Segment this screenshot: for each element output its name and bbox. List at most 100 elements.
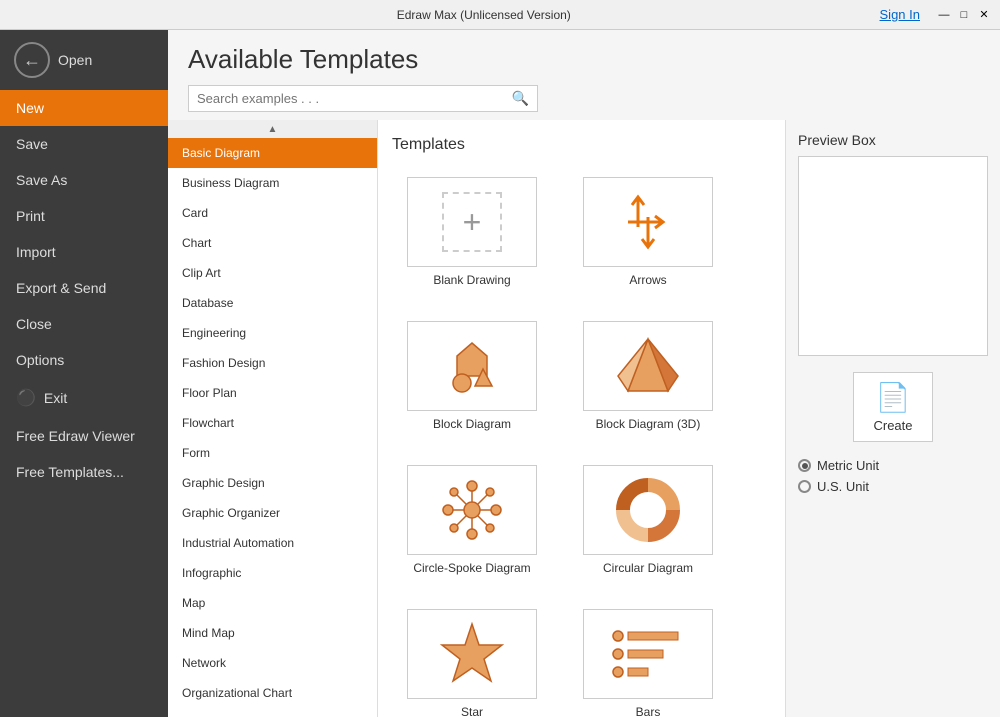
star-icon bbox=[437, 619, 507, 689]
sidebar-item-options[interactable]: Options bbox=[0, 342, 168, 378]
arrows-icon bbox=[618, 187, 678, 257]
sidebar-item-save-as[interactable]: Save As bbox=[0, 162, 168, 198]
category-item-database[interactable]: Database bbox=[168, 288, 377, 318]
create-btn-wrap: 📄 Create bbox=[798, 372, 988, 442]
body-split: ▲ Basic Diagram Business Diagram Card Ch… bbox=[168, 120, 1000, 717]
main-container: ← Open New Save Save As Print Import Exp… bbox=[0, 30, 1000, 717]
category-item-form[interactable]: Form bbox=[168, 438, 377, 468]
blank-drawing-icon-box: + bbox=[407, 177, 537, 267]
us-unit-option[interactable]: U.S. Unit bbox=[798, 479, 988, 494]
close-window-button[interactable]: ✕ bbox=[976, 7, 992, 23]
template-arrows[interactable]: Arrows bbox=[568, 168, 728, 296]
category-item-business-diagram[interactable]: Business Diagram bbox=[168, 168, 377, 198]
circular-diagram-label: Circular Diagram bbox=[603, 561, 693, 575]
template-circle-spoke[interactable]: Circle-Spoke Diagram bbox=[392, 456, 552, 584]
metric-unit-option[interactable]: Metric Unit bbox=[798, 458, 988, 473]
bars-icon bbox=[608, 624, 688, 684]
star-label: Star bbox=[461, 705, 483, 717]
template-blank-drawing[interactable]: + Blank Drawing bbox=[392, 168, 552, 296]
circle-spoke-label: Circle-Spoke Diagram bbox=[413, 561, 530, 575]
search-bar: 🔍 bbox=[188, 85, 538, 112]
arrows-icon-box bbox=[583, 177, 713, 267]
content-header: Available Templates 🔍 bbox=[168, 30, 1000, 120]
category-item-network[interactable]: Network bbox=[168, 648, 377, 678]
category-item-project-management[interactable]: Project Management bbox=[168, 708, 377, 717]
category-item-fashion-design[interactable]: Fashion Design bbox=[168, 348, 377, 378]
sidebar-item-save[interactable]: Save bbox=[0, 126, 168, 162]
metric-unit-label: Metric Unit bbox=[817, 458, 879, 473]
arrows-label: Arrows bbox=[629, 273, 666, 287]
circle-spoke-icon-box bbox=[407, 465, 537, 555]
sidebar-item-exit[interactable]: ⚫ Exit bbox=[0, 378, 168, 418]
open-label: Open bbox=[58, 52, 92, 68]
category-item-engineering[interactable]: Engineering bbox=[168, 318, 377, 348]
search-icon[interactable]: 🔍 bbox=[512, 90, 529, 107]
us-unit-label: U.S. Unit bbox=[817, 479, 869, 494]
right-panel: Preview Box 📄 Create Metric Unit U bbox=[785, 120, 1000, 717]
category-item-flowchart[interactable]: Flowchart bbox=[168, 408, 377, 438]
back-button[interactable]: ← bbox=[14, 42, 50, 78]
star-icon-box bbox=[407, 609, 537, 699]
window-controls: — □ ✕ bbox=[936, 7, 992, 23]
create-button[interactable]: 📄 Create bbox=[853, 372, 933, 442]
metric-radio[interactable] bbox=[798, 459, 811, 472]
content-area: Available Templates 🔍 ▲ Basic Diagram Bu… bbox=[168, 30, 1000, 717]
blank-drawing-label: Blank Drawing bbox=[433, 273, 510, 287]
template-block-diagram-3d[interactable]: Block Diagram (3D) bbox=[568, 312, 728, 440]
sidebar-item-close[interactable]: Close bbox=[0, 306, 168, 342]
category-item-chart[interactable]: Chart bbox=[168, 228, 377, 258]
sidebar-item-print[interactable]: Print bbox=[0, 198, 168, 234]
category-item-basic-diagram[interactable]: Basic Diagram bbox=[168, 138, 377, 168]
template-bars[interactable]: Bars bbox=[568, 600, 728, 717]
create-label: Create bbox=[873, 418, 912, 433]
us-radio[interactable] bbox=[798, 480, 811, 493]
create-file-icon: 📄 bbox=[876, 381, 911, 414]
preview-box bbox=[798, 156, 988, 356]
category-panel: ▲ Basic Diagram Business Diagram Card Ch… bbox=[168, 120, 378, 717]
preview-label: Preview Box bbox=[798, 132, 988, 148]
circular-diagram-icon bbox=[613, 475, 683, 545]
sidebar-item-free-templates[interactable]: Free Templates... bbox=[0, 454, 168, 490]
category-item-clip-art[interactable]: Clip Art bbox=[168, 258, 377, 288]
category-item-floor-plan[interactable]: Floor Plan bbox=[168, 378, 377, 408]
category-item-industrial-automation[interactable]: Industrial Automation bbox=[168, 528, 377, 558]
bars-label: Bars bbox=[636, 705, 661, 717]
template-block-diagram[interactable]: Block Diagram bbox=[392, 312, 552, 440]
category-item-graphic-design[interactable]: Graphic Design bbox=[168, 468, 377, 498]
block-diagram-icon-box bbox=[407, 321, 537, 411]
sidebar-item-new[interactable]: New bbox=[0, 90, 168, 126]
category-item-card[interactable]: Card bbox=[168, 198, 377, 228]
bars-icon-box bbox=[583, 609, 713, 699]
sidebar: ← Open New Save Save As Print Import Exp… bbox=[0, 30, 168, 717]
unit-options: Metric Unit U.S. Unit bbox=[798, 458, 988, 494]
minimize-button[interactable]: — bbox=[936, 7, 952, 23]
circular-diagram-icon-box bbox=[583, 465, 713, 555]
maximize-button[interactable]: □ bbox=[956, 7, 972, 23]
page-title: Available Templates bbox=[188, 44, 980, 75]
category-item-map[interactable]: Map bbox=[168, 588, 377, 618]
circle-spoke-icon bbox=[437, 475, 507, 545]
category-item-infographic[interactable]: Infographic bbox=[168, 558, 377, 588]
block-diagram-3d-icon-box bbox=[583, 321, 713, 411]
title-bar: Edraw Max (Unlicensed Version) Sign In —… bbox=[0, 0, 1000, 30]
sidebar-item-free-viewer[interactable]: Free Edraw Viewer bbox=[0, 418, 168, 454]
app-title: Edraw Max (Unlicensed Version) bbox=[88, 8, 880, 22]
blank-drawing-icon: + bbox=[442, 192, 502, 252]
category-item-org-chart[interactable]: Organizational Chart bbox=[168, 678, 377, 708]
block-diagram-label: Block Diagram bbox=[433, 417, 511, 431]
templates-header: Templates bbox=[388, 130, 775, 164]
category-item-graphic-organizer[interactable]: Graphic Organizer bbox=[168, 498, 377, 528]
sidebar-item-export[interactable]: Export & Send bbox=[0, 270, 168, 306]
block-diagram-icon bbox=[437, 331, 507, 401]
category-item-mind-map[interactable]: Mind Map bbox=[168, 618, 377, 648]
templates-grid: + Blank Drawing bbox=[388, 164, 775, 717]
templates-panel: Templates + Blank Drawing bbox=[378, 120, 785, 717]
sign-in-button[interactable]: Sign In bbox=[880, 7, 920, 22]
sidebar-item-import[interactable]: Import bbox=[0, 234, 168, 270]
category-scroll-up[interactable]: ▲ bbox=[168, 120, 377, 138]
block-diagram-3d-icon bbox=[613, 331, 683, 401]
block-diagram-3d-label: Block Diagram (3D) bbox=[596, 417, 701, 431]
template-circular-diagram[interactable]: Circular Diagram bbox=[568, 456, 728, 584]
search-input[interactable] bbox=[197, 91, 512, 106]
template-star[interactable]: Star bbox=[392, 600, 552, 717]
